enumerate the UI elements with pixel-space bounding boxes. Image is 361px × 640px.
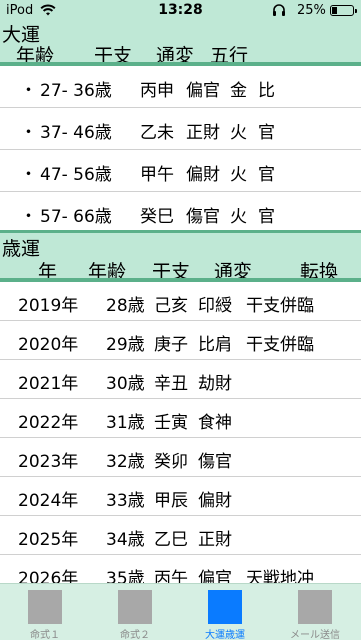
daiun-header: 大運 年齢 干支 通変 五行 [0, 20, 361, 67]
row-bullet: ・ [20, 81, 37, 101]
row-age: 27- 36歳 [40, 81, 112, 101]
row-tsuhen: 印綬 [198, 296, 232, 316]
row-year: 2021年 [18, 374, 79, 394]
row-kanshi: 癸巳 [140, 207, 174, 227]
row-kanshi: 甲辰 [154, 491, 188, 511]
daiun-row[interactable]: ・ 47- 56歳 甲午 偏財 火 官 [0, 150, 361, 192]
row-age: 32歳 [106, 452, 145, 472]
battery-percent: 25% [297, 3, 326, 18]
row-tsuhen: 偏財 [198, 491, 232, 511]
headphones-icon [273, 4, 285, 16]
row-gogyo-relation: 官 [258, 165, 275, 185]
row-tsuhen: 正財 [198, 530, 232, 550]
tab-label: 命式１ [30, 630, 60, 640]
saiun-row[interactable]: 2019年 28歳 己亥 印綬 干支併臨 [0, 282, 361, 321]
row-age: 37- 46歳 [40, 123, 112, 143]
row-tenkan: 干支併臨 [246, 296, 314, 316]
tab-mail-send[interactable]: メール送信 [270, 584, 360, 640]
saiun-row[interactable]: 2023年 32歳 癸卯 傷官 [0, 438, 361, 477]
row-tsuhen: 傷官 [198, 452, 232, 472]
row-year: 2024年 [18, 491, 79, 511]
row-tsuhen: 偏官 [186, 81, 220, 101]
tab-meishiki-2[interactable]: 命式２ [90, 584, 180, 640]
battery-icon [330, 5, 357, 16]
row-tsuhen: 偏財 [186, 165, 220, 185]
row-kanshi: 辛丑 [154, 374, 188, 394]
row-age: 33歳 [106, 491, 145, 511]
row-age: 29歳 [106, 335, 145, 355]
saiun-header: 歳運 年 年齢 干支 通変 転換 [0, 230, 361, 283]
tab-meishiki-1[interactable]: 命式１ [0, 584, 90, 640]
row-age: 28歳 [106, 296, 145, 316]
row-tsuhen: 比肩 [198, 335, 232, 355]
row-year: 2022年 [18, 413, 79, 433]
row-gogyo-relation: 官 [258, 207, 275, 227]
tab-label: 大運歳運 [205, 630, 245, 640]
row-kanshi: 乙巳 [154, 530, 188, 550]
row-year: 2025年 [18, 530, 79, 550]
saiun-row[interactable]: 2025年 34歳 乙巳 正財 [0, 516, 361, 555]
tab-mail-send-icon [298, 590, 332, 624]
row-tsuhen: 正財 [186, 123, 220, 143]
tab-meishiki-1-icon [28, 590, 62, 624]
saiun-title: 歳運 [2, 238, 41, 260]
row-tsuhen: 劫財 [198, 374, 232, 394]
row-kanshi: 己亥 [154, 296, 188, 316]
row-year: 2023年 [18, 452, 79, 472]
row-bullet: ・ [20, 207, 37, 227]
row-year: 2020年 [18, 335, 79, 355]
row-age: 47- 56歳 [40, 165, 112, 185]
row-bullet: ・ [20, 165, 37, 185]
row-gogyo: 金 [230, 81, 247, 101]
saiun-row[interactable]: 2022年 31歳 壬寅 食神 [0, 399, 361, 438]
tab-daiun-saiun[interactable]: 大運歳運 [180, 584, 270, 640]
row-gogyo: 火 [230, 207, 247, 227]
row-bullet: ・ [20, 123, 37, 143]
tab-label: 命式２ [120, 630, 150, 640]
daiun-row[interactable]: ・ 37- 46歳 乙未 正財 火 官 [0, 108, 361, 150]
tab-label: メール送信 [290, 630, 340, 640]
row-year: 2019年 [18, 296, 79, 316]
saiun-row[interactable]: 2024年 33歳 甲辰 偏財 [0, 477, 361, 516]
row-age: 30歳 [106, 374, 145, 394]
row-tsuhen: 食神 [198, 413, 232, 433]
tab-bar: 命式１ 命式２ 大運歳運 メール送信 [0, 583, 361, 640]
daiun-row[interactable]: ・ 57- 66歳 癸巳 傷官 火 官 [0, 192, 361, 234]
row-gogyo-relation: 比 [258, 81, 275, 101]
saiun-row[interactable]: 2020年 29歳 庚子 比肩 干支併臨 [0, 321, 361, 360]
row-kanshi: 甲午 [140, 165, 174, 185]
row-age: 34歳 [106, 530, 145, 550]
row-kanshi: 丙申 [140, 81, 174, 101]
row-gogyo: 火 [230, 123, 247, 143]
row-kanshi: 乙未 [140, 123, 174, 143]
row-tsuhen: 傷官 [186, 207, 220, 227]
row-age: 31歳 [106, 413, 145, 433]
row-tenkan: 干支併臨 [246, 335, 314, 355]
row-gogyo: 火 [230, 165, 247, 185]
row-gogyo-relation: 官 [258, 123, 275, 143]
status-bar: iPod 13:28 25% [0, 0, 361, 20]
row-kanshi: 壬寅 [154, 413, 188, 433]
daiun-row[interactable]: ・ 27- 36歳 丙申 偏官 金 比 [0, 66, 361, 108]
tab-daiun-saiun-icon [208, 590, 242, 624]
row-kanshi: 癸卯 [154, 452, 188, 472]
saiun-row[interactable]: 2021年 30歳 辛丑 劫財 [0, 360, 361, 399]
row-age: 57- 66歳 [40, 207, 112, 227]
row-kanshi: 庚子 [154, 335, 188, 355]
tab-meishiki-2-icon [118, 590, 152, 624]
